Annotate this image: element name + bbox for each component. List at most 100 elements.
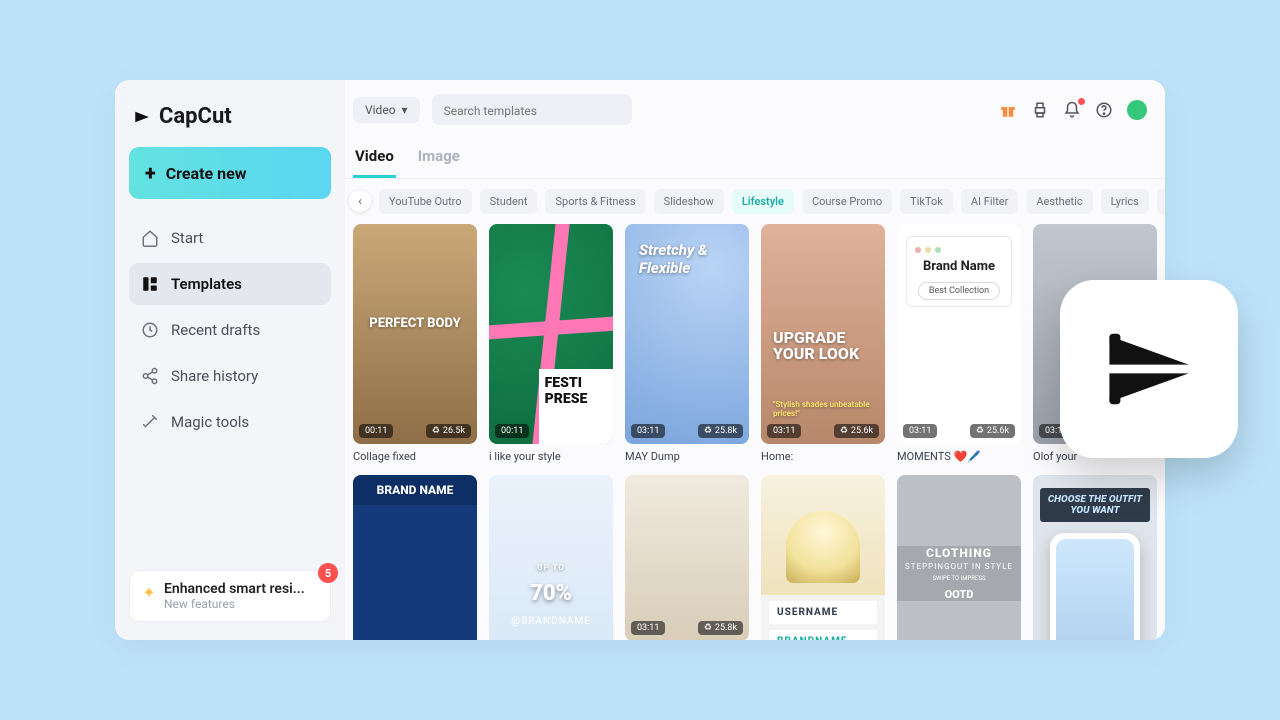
duration-badge: 03:11: [903, 424, 937, 438]
sidebar-item-label: Recent drafts: [171, 321, 260, 339]
brand-name: CapCut: [159, 104, 232, 129]
thumbnail-subtext: "Stylish shades unbeatable prices!": [767, 400, 885, 418]
thumbnail-text: BRAND NAME: [353, 475, 477, 505]
topbar-actions: [999, 100, 1147, 120]
search-field-wrap: [432, 94, 632, 125]
chip[interactable]: Course Promo: [802, 189, 892, 214]
sparkle-icon: ✦: [140, 583, 158, 601]
app-logo[interactable]: CapCut: [129, 98, 331, 147]
chip[interactable]: Aesthetic: [1026, 189, 1092, 214]
tab-image[interactable]: Image: [416, 141, 462, 178]
template-thumbnail: UPGRADE YOUR LOOK "Stylish shades unbeat…: [761, 224, 885, 444]
sidebar-item-label: Share history: [171, 367, 258, 385]
template-card[interactable]: UP TO 70% @BRANDNAME: [489, 475, 613, 640]
help-icon[interactable]: [1095, 101, 1113, 119]
thumbnail-text: UPGRADE YOUR LOOK: [767, 330, 885, 364]
notification-dot: [1078, 98, 1085, 105]
thumbnail-brand: @BRANDNAME: [489, 616, 613, 627]
type-selector-label: Video: [365, 103, 396, 117]
chip[interactable]: Lyrics: [1101, 189, 1149, 214]
template-thumbnail: CHOOSE THE OUTFIT YOU WANT: [1033, 475, 1157, 640]
floating-capcut-logo: [1060, 280, 1238, 458]
chip[interactable]: Slideshow: [654, 189, 724, 214]
chips-scroll-left[interactable]: ‹: [349, 190, 371, 212]
duration-badge: 03:11: [767, 424, 801, 438]
chip[interactable]: Recording: [1157, 189, 1165, 214]
media-type-tabs: Video Image: [345, 135, 1165, 179]
chip[interactable]: Sports & Fitness: [545, 189, 645, 214]
chip[interactable]: Student: [480, 189, 538, 214]
create-new-button[interactable]: + Create new: [129, 147, 331, 199]
magic-wand-icon: [141, 413, 159, 431]
templates-icon: [141, 275, 159, 293]
sidebar-item-start[interactable]: Start: [129, 217, 331, 259]
template-title: Home:: [761, 450, 885, 463]
search-input[interactable]: [444, 104, 620, 118]
gift-icon[interactable]: [999, 101, 1017, 119]
template-thumbnail: Stretchy & Flexible 03:11 ♻ 25.8k: [625, 224, 749, 444]
thumbnail-field: USERNAME: [769, 601, 877, 624]
template-thumbnail: UP TO 70% @BRANDNAME: [489, 475, 613, 640]
promo-badge: 5: [318, 563, 338, 583]
template-card[interactable]: PERFECT BODY 00:11 ♻ 26.5k Collage fixed: [353, 224, 477, 463]
template-thumbnail: BRAND NAME: [353, 475, 477, 640]
uses-badge: ♻ 25.8k: [698, 424, 743, 438]
chip[interactable]: Lifestyle: [732, 189, 794, 214]
duration-badge: 00:11: [495, 424, 529, 438]
capcut-logo-icon: [133, 108, 151, 126]
thumbnail-text: FESTI PRESE: [539, 369, 613, 444]
templates-grid: PERFECT BODY 00:11 ♻ 26.5k Collage fixed…: [345, 224, 1165, 640]
thumbnail-text: Stretchy & Flexible: [633, 241, 749, 277]
home-icon: [141, 229, 159, 247]
template-thumbnail: 03:11 ♻ 25.8k: [625, 475, 749, 640]
promo-card[interactable]: ✦ Enhanced smart resi... New features 5: [129, 570, 331, 622]
thumbnail-text: CHOOSE THE OUTFIT YOU WANT: [1040, 488, 1149, 522]
sidebar-nav: Start Templates Recent drafts Share hist…: [129, 217, 331, 443]
bell-icon[interactable]: [1063, 101, 1081, 119]
app-window: CapCut + Create new Start Templates Rece…: [115, 80, 1165, 640]
sidebar-item-recent-drafts[interactable]: Recent drafts: [129, 309, 331, 351]
thumbnail-text: CLOTHING: [897, 546, 1021, 560]
uses-badge: ♻ 26.5k: [426, 424, 471, 438]
template-card[interactable]: Brand Name Best Collection 03:11 ♻ 25.6k…: [897, 224, 1021, 463]
sidebar-item-label: Start: [171, 229, 203, 247]
capcut-logo-icon: [1094, 314, 1204, 424]
thumbnail-text: PERFECT BODY: [353, 316, 477, 331]
uses-badge: ♻ 25.6k: [834, 424, 879, 438]
thumbnail-text: SWIPE TO IMPRESS: [897, 575, 1021, 582]
printer-icon[interactable]: [1031, 101, 1049, 119]
sidebar-item-label: Magic tools: [171, 413, 249, 431]
duration-badge: 03:11: [631, 621, 665, 635]
thumbnail-upto: UP TO: [489, 563, 613, 572]
template-title: Collage fixed: [353, 450, 477, 463]
uses-badge: ♻ 25.6k: [970, 424, 1015, 438]
template-card[interactable]: USERNAME BRANDNAME PASSWORD: [761, 475, 885, 640]
chevron-down-icon: ▾: [402, 103, 408, 117]
template-title: MAY Dump: [625, 450, 749, 463]
template-card[interactable]: CLOTHING STEPPINGOUT IN STYLE SWIPE TO I…: [897, 475, 1021, 640]
template-card[interactable]: UPGRADE YOUR LOOK "Stylish shades unbeat…: [761, 224, 885, 463]
plus-icon: +: [145, 161, 156, 185]
sidebar-item-magic-tools[interactable]: Magic tools: [129, 401, 331, 443]
main-area: Video ▾: [345, 80, 1165, 640]
template-card[interactable]: Stretchy & Flexible 03:11 ♻ 25.8k MAY Du…: [625, 224, 749, 463]
thumbnail-text: OOTD: [897, 588, 1021, 601]
chip[interactable]: TikTok: [900, 189, 953, 214]
clock-icon: [141, 321, 159, 339]
template-card[interactable]: 03:11 ♻ 25.8k Feeling good trend: [625, 475, 749, 640]
chip[interactable]: AI Filter: [961, 189, 1019, 214]
tab-video[interactable]: Video: [353, 141, 396, 178]
sidebar-item-templates[interactable]: Templates: [129, 263, 331, 305]
template-card[interactable]: CHOOSE THE OUTFIT YOU WANT: [1033, 475, 1157, 640]
sidebar: CapCut + Create new Start Templates Rece…: [115, 80, 345, 640]
duration-badge: 03:11: [631, 424, 665, 438]
type-selector[interactable]: Video ▾: [353, 97, 420, 123]
thumbnail-pill: Best Collection: [918, 282, 1000, 300]
template-thumbnail: Brand Name Best Collection 03:11 ♻ 25.6k: [897, 224, 1021, 444]
thumbnail-percent: 70%: [489, 581, 613, 606]
chip[interactable]: YouTube Outro: [379, 189, 472, 214]
avatar[interactable]: [1127, 100, 1147, 120]
sidebar-item-share-history[interactable]: Share history: [129, 355, 331, 397]
template-card[interactable]: BRAND NAME: [353, 475, 477, 640]
template-card[interactable]: FESTI PRESE 00:11 i like your style: [489, 224, 613, 463]
